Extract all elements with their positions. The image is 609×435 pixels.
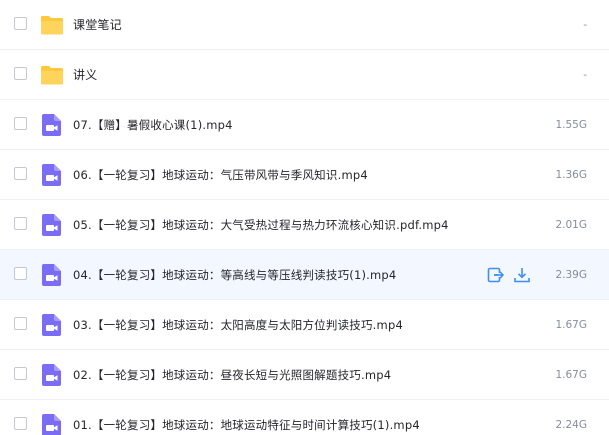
file-row-video[interactable]: 01.【一轮复习】地球运动：地球运动特征与时间计算技巧(1).mp4 2.24G (0, 400, 609, 435)
file-row-video[interactable]: 03.【一轮复习】地球运动：太阳高度与太阳方位判读技巧.mp4 1.67G (0, 300, 609, 350)
file-size: - (583, 19, 587, 31)
file-size: 1.55G (555, 119, 587, 131)
file-size: - (583, 69, 587, 81)
file-row-video[interactable]: 02.【一轮复习】地球运动：昼夜长短与光照图解题技巧.mp4 1.67G (0, 350, 609, 400)
file-name[interactable]: 讲义 (73, 50, 97, 100)
video-file-icon (40, 263, 64, 287)
file-row-video[interactable]: 06.【一轮复习】地球运动：气压带风带与季风知识.mp4 1.36G (0, 150, 609, 200)
file-row-folder[interactable]: 讲义 - (0, 50, 609, 100)
file-name[interactable]: 课堂笔记 (73, 0, 122, 50)
file-name[interactable]: 02.【一轮复习】地球运动：昼夜长短与光照图解题技巧.mp4 (73, 350, 391, 400)
file-name[interactable]: 01.【一轮复习】地球运动：地球运动特征与时间计算技巧(1).mp4 (73, 400, 420, 435)
row-checkbox[interactable] (14, 167, 27, 180)
file-name[interactable]: 05.【一轮复习】地球运动：大气受热过程与热力环流核心知识.pdf.mp4 (73, 200, 449, 250)
share-icon[interactable] (487, 266, 505, 284)
video-file-icon (40, 113, 64, 137)
file-list: 课堂笔记 - 讲义 - 07.【赠】暑假收心课(1).mp4 1.55G 06.… (0, 0, 609, 435)
file-size: 1.36G (555, 169, 587, 181)
file-name[interactable]: 07.【赠】暑假收心课(1).mp4 (73, 100, 233, 150)
file-name[interactable]: 06.【一轮复习】地球运动：气压带风带与季风知识.mp4 (73, 150, 368, 200)
file-name[interactable]: 03.【一轮复习】地球运动：太阳高度与太阳方位判读技巧.mp4 (73, 300, 403, 350)
file-name[interactable]: 04.【一轮复习】地球运动：等高线与等压线判读技巧(1).mp4 (73, 250, 396, 300)
row-checkbox[interactable] (14, 317, 27, 330)
row-checkbox[interactable] (14, 217, 27, 230)
row-checkbox[interactable] (14, 267, 27, 280)
video-file-icon (40, 363, 64, 387)
row-checkbox[interactable] (14, 117, 27, 130)
file-size: 1.67G (555, 319, 587, 331)
file-size: 2.39G (555, 269, 587, 281)
video-file-icon (40, 413, 64, 435)
video-file-icon (40, 163, 64, 187)
file-row-folder[interactable]: 课堂笔记 - (0, 0, 609, 50)
download-icon[interactable] (513, 266, 531, 284)
file-row-video[interactable]: 05.【一轮复习】地球运动：大气受热过程与热力环流核心知识.pdf.mp4 2.… (0, 200, 609, 250)
file-row-video[interactable]: 07.【赠】暑假收心课(1).mp4 1.55G (0, 100, 609, 150)
row-checkbox[interactable] (14, 17, 27, 30)
folder-icon (40, 63, 64, 87)
row-checkbox[interactable] (14, 67, 27, 80)
folder-icon (40, 13, 64, 37)
file-size: 2.01G (555, 219, 587, 231)
row-checkbox[interactable] (14, 367, 27, 380)
file-row-video-hovered[interactable]: 04.【一轮复习】地球运动：等高线与等压线判读技巧(1).mp4 2.39G (0, 250, 609, 300)
file-size: 2.24G (555, 419, 587, 431)
row-actions (487, 266, 531, 284)
video-file-icon (40, 213, 64, 237)
row-checkbox[interactable] (14, 417, 27, 430)
video-file-icon (40, 313, 64, 337)
file-size: 1.67G (555, 369, 587, 381)
